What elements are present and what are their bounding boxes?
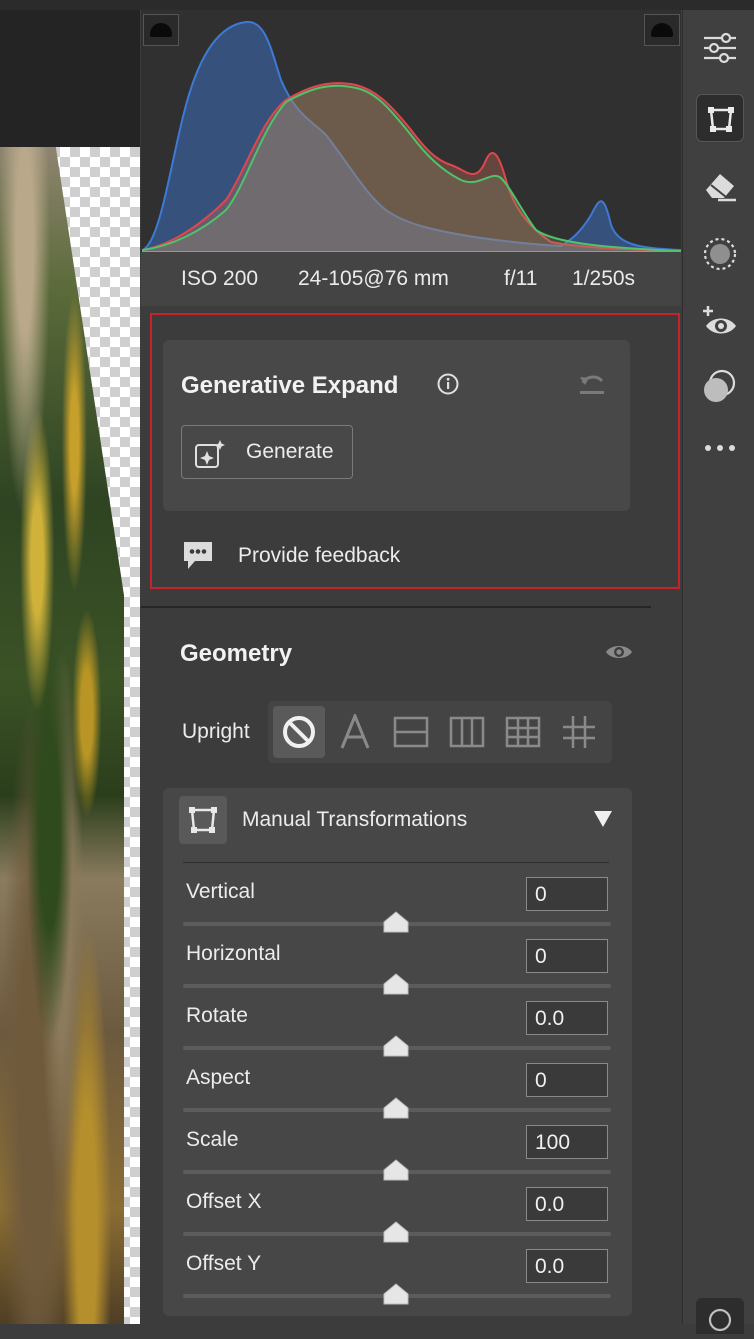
upright-level-button[interactable] [385, 706, 437, 758]
auto-a-icon [340, 714, 370, 749]
help-icon [708, 1308, 732, 1332]
full-icon [505, 716, 541, 748]
slider-label: Aspect [186, 1066, 251, 1089]
slider-label: Rotate [186, 1004, 248, 1027]
visibility-eye-icon[interactable] [605, 642, 633, 662]
exif-lens: 24-105@76 mm [298, 267, 449, 290]
highlight-clip-icon [651, 23, 673, 37]
slider-label: Offset X [186, 1190, 262, 1213]
guided-icon [563, 716, 595, 748]
vertical-icon [449, 716, 485, 748]
slider-vertical: Vertical 0 [183, 877, 613, 939]
generative-expand-card: Generative Expand Generate [163, 340, 630, 511]
upright-label: Upright [182, 720, 250, 743]
edit-tool-button[interactable] [696, 24, 744, 72]
highlight-clipping-toggle[interactable] [644, 14, 680, 46]
generate-label: Generate [246, 440, 334, 463]
geometry-tool-button[interactable] [696, 94, 744, 142]
section-divider [141, 606, 651, 608]
slider-aspect: Aspect 0 [183, 1063, 613, 1125]
help-tool-button[interactable] [696, 1298, 744, 1334]
slider-rotate: Rotate 0.0 [183, 1001, 613, 1063]
upright-options [268, 701, 612, 763]
upright-full-button[interactable] [497, 706, 549, 758]
redeye-tool-button[interactable] [696, 298, 744, 346]
exif-iso: ISO 200 [181, 267, 259, 290]
geometry-title: Geometry [180, 640, 293, 667]
slider-scale: Scale 100 [183, 1125, 613, 1187]
more-tools-button[interactable] [696, 424, 744, 472]
transform-icon [179, 796, 227, 844]
histogram [141, 10, 681, 252]
upright-vertical-button[interactable] [441, 706, 493, 758]
slider-thumb[interactable] [383, 1221, 409, 1243]
generate-button[interactable]: Generate [181, 425, 353, 479]
off-icon [283, 716, 315, 748]
slider-label: Offset Y [186, 1252, 262, 1275]
manual-transformations-header[interactable]: Manual Transformations [179, 796, 617, 846]
manual-transformations-title: Manual Transformations [242, 808, 468, 831]
presets-tool-button[interactable] [696, 362, 744, 410]
slider-offset-x: Offset X 0.0 [183, 1187, 613, 1249]
slider-value-input[interactable]: 0 [526, 939, 608, 973]
generate-sparkle-icon [195, 440, 225, 468]
slider-thumb[interactable] [383, 1283, 409, 1305]
shadow-clipping-toggle[interactable] [143, 14, 179, 46]
redeye-icon [703, 306, 736, 334]
upright-auto-button[interactable] [329, 706, 381, 758]
slider-value-input[interactable]: 100 [526, 1125, 608, 1159]
histogram-graph [142, 20, 681, 252]
image-canvas[interactable] [0, 10, 140, 1324]
exif-aperture: f/11 [504, 267, 538, 290]
mask-icon [703, 237, 737, 271]
level-icon [393, 716, 429, 748]
provide-feedback-link[interactable]: Provide feedback [181, 537, 481, 577]
exif-bar: ISO 200 24-105@76 mm f/11 1/250s [141, 252, 681, 306]
canvas-background [0, 10, 140, 147]
slider-value-input[interactable]: 0.0 [526, 1001, 608, 1035]
upright-off-button[interactable] [273, 706, 325, 758]
reset-icon[interactable] [577, 371, 607, 397]
info-icon[interactable] [437, 373, 459, 395]
slider-horizontal: Horizontal 0 [183, 939, 613, 1001]
presets-icon [704, 369, 736, 402]
feedback-icon [184, 542, 212, 569]
slider-thumb[interactable] [383, 1035, 409, 1057]
geometry-icon [708, 107, 734, 132]
edit-panel: ISO 200 24-105@76 mm f/11 1/250s Generat… [141, 10, 681, 1324]
slider-label: Horizontal [186, 942, 281, 965]
slider-thumb[interactable] [383, 911, 409, 933]
shadow-clip-icon [150, 23, 172, 37]
remove-tool-button[interactable] [696, 162, 744, 210]
more-icon [705, 445, 735, 451]
slider-thumb[interactable] [383, 1159, 409, 1181]
slider-value-input[interactable]: 0 [526, 877, 608, 911]
slider-value-input[interactable]: 0.0 [526, 1187, 608, 1221]
slider-label: Vertical [186, 880, 255, 903]
slider-value-input[interactable]: 0.0 [526, 1249, 608, 1283]
masking-tool-button[interactable] [696, 230, 744, 278]
exif-shutter: 1/250s [572, 267, 636, 290]
slider-thumb[interactable] [383, 973, 409, 995]
card-divider [183, 862, 609, 863]
slider-offset-y: Offset Y 0.0 [183, 1249, 613, 1311]
feedback-label: Provide feedback [238, 544, 401, 567]
eraser-icon [706, 174, 736, 202]
edit-sliders-icon [704, 32, 736, 64]
manual-transformations-card: Manual Transformations Vertical 0 Horizont… [163, 788, 632, 1316]
slider-value-input[interactable]: 0 [526, 1063, 608, 1097]
upright-guided-button[interactable] [553, 706, 605, 758]
generative-expand-title: Generative Expand [181, 372, 399, 399]
collapse-caret-icon[interactable] [594, 811, 612, 827]
slider-thumb[interactable] [383, 1097, 409, 1119]
tool-strip [682, 10, 754, 1334]
slider-label: Scale [186, 1128, 239, 1151]
